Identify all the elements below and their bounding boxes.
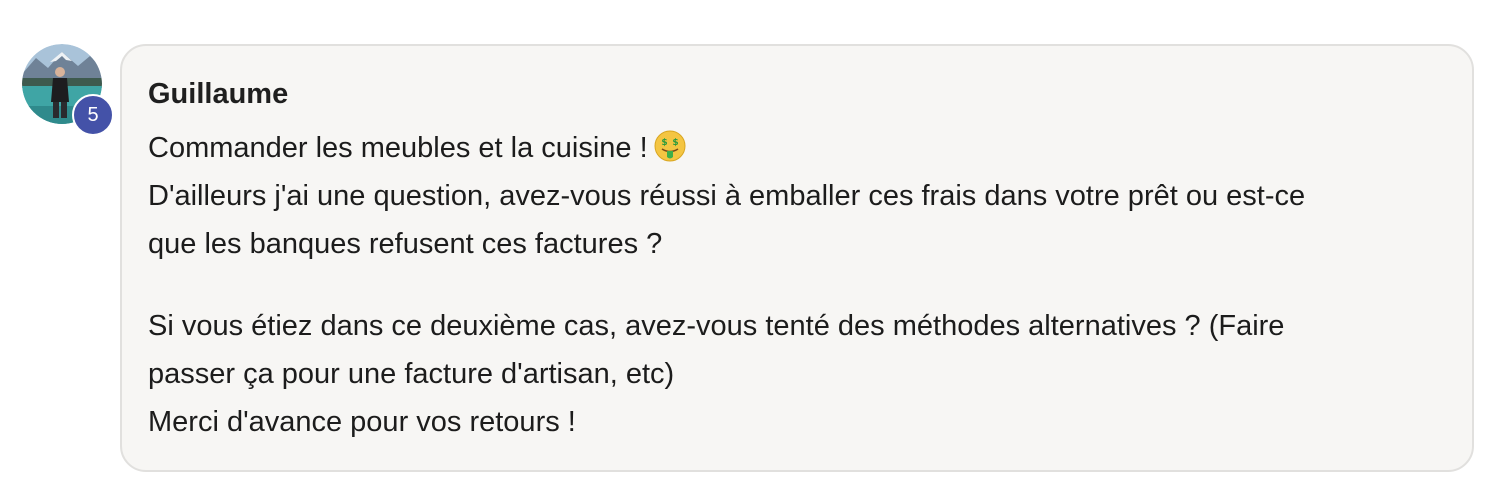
- previous-comment-actions: [240, 0, 460, 4]
- svg-text:$: $: [672, 138, 678, 148]
- comment-paragraph: Commander les meubles et la cuisine ! $ …: [148, 124, 1446, 268]
- comment-thread: 5 Guillaume Commander les meubles et la …: [0, 0, 1494, 488]
- comment-line: Si vous étiez dans ce deuxième cas, avez…: [148, 310, 1285, 342]
- comment-line: Commander les meubles et la cuisine ! $ …: [148, 124, 1446, 172]
- comment-line: D'ailleurs j'ai une question, avez-vous …: [148, 180, 1306, 212]
- comment-line: Merci d'avance pour vos retours !: [148, 406, 576, 438]
- comment-paragraph: Si vous étiez dans ce deuxième cas, avez…: [148, 302, 1446, 446]
- comment-line: passer ça pour une facture d'artisan, et…: [148, 358, 675, 390]
- money-mouth-face-icon: $ $: [654, 130, 686, 162]
- comment-bubble: Guillaume Commander les meubles et la cu…: [120, 44, 1474, 472]
- svg-text:$: $: [661, 138, 667, 148]
- author-name[interactable]: Guillaume: [148, 74, 1446, 114]
- notification-badge: 5: [72, 94, 114, 136]
- comment-line: que les banques refusent ces factures ?: [148, 228, 663, 260]
- author-avatar-container[interactable]: 5: [22, 44, 114, 136]
- comment-body: Commander les meubles et la cuisine ! $ …: [148, 124, 1446, 446]
